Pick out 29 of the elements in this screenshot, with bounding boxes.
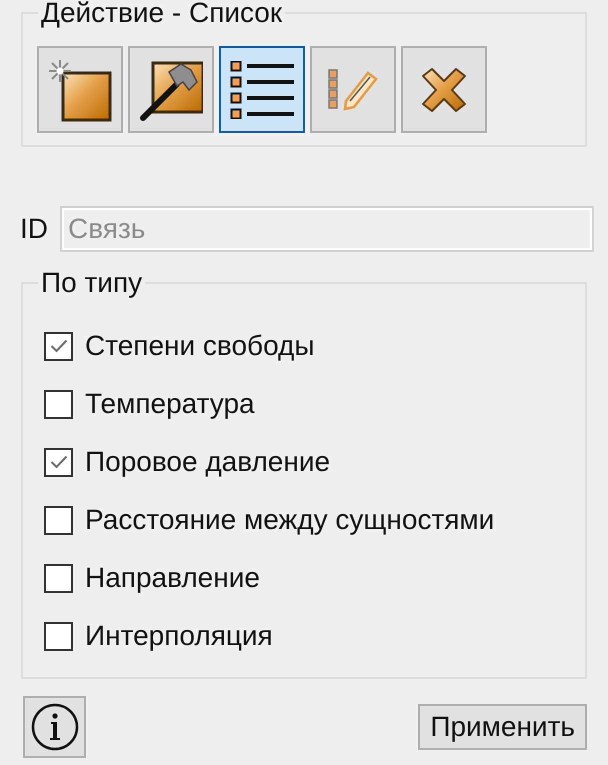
toolbar-button[interactable] bbox=[219, 46, 305, 133]
apply-button[interactable]: Применить bbox=[418, 704, 587, 750]
checkbox-label: Степени свободы bbox=[85, 330, 315, 362]
checkbox[interactable] bbox=[44, 332, 73, 360]
delete-x-icon bbox=[420, 66, 468, 114]
group-title: Действие - Список bbox=[41, 0, 282, 28]
new-square-icon bbox=[48, 58, 112, 122]
toolbar-button[interactable] bbox=[128, 46, 214, 133]
id-input-field[interactable]: Связь bbox=[60, 206, 594, 252]
checklist-pencil-icon bbox=[328, 66, 378, 112]
checkbox-label: Температура bbox=[85, 388, 255, 420]
list-icon bbox=[230, 60, 294, 118]
checkbox[interactable] bbox=[44, 448, 73, 476]
checkmark-icon bbox=[50, 339, 68, 353]
checkbox-label: Поровое давление bbox=[85, 446, 330, 478]
checkbox-label: Направление bbox=[85, 562, 260, 594]
checkbox[interactable] bbox=[44, 622, 73, 650]
group-title: По типу bbox=[41, 267, 142, 298]
checkmark-icon bbox=[50, 455, 68, 469]
checkbox[interactable] bbox=[44, 390, 73, 418]
toolbar-button[interactable] bbox=[401, 46, 487, 133]
checkbox[interactable] bbox=[44, 564, 73, 592]
toolbar-button[interactable] bbox=[37, 46, 123, 133]
checkbox-label: Интерполяция bbox=[85, 620, 273, 652]
checkbox[interactable] bbox=[44, 506, 73, 534]
info-icon bbox=[30, 703, 78, 751]
checkbox-label: Расстояние между сущностями bbox=[85, 504, 494, 536]
info-button[interactable] bbox=[23, 696, 86, 758]
id-label: ID bbox=[20, 213, 48, 245]
